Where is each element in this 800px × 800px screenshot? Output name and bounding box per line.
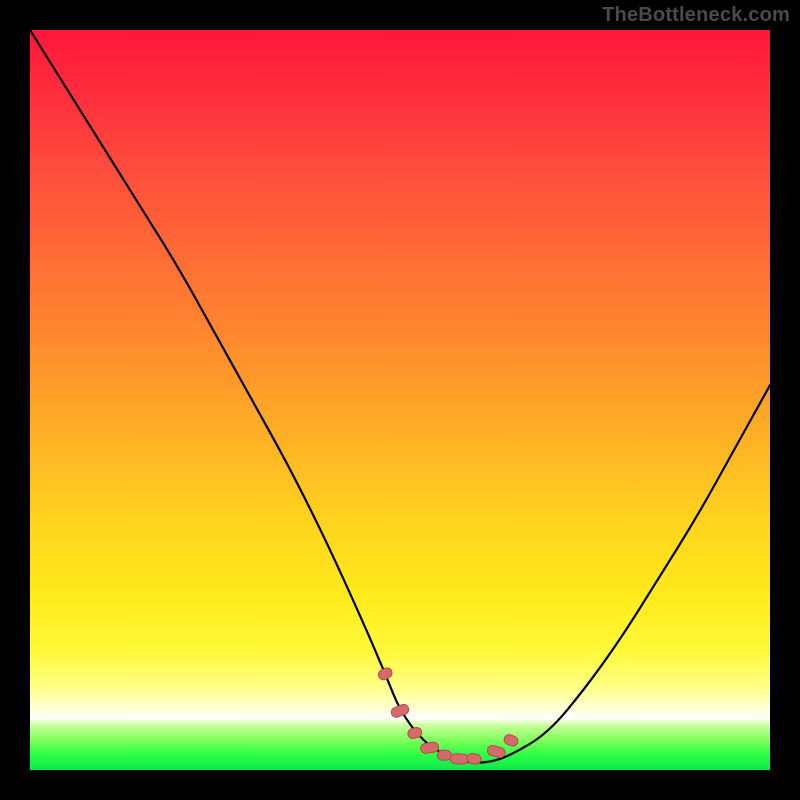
minimum-marker [486,744,506,758]
plot-area [30,30,770,770]
minimum-markers-group [377,666,520,765]
watermark-text: TheBottleneck.com [602,4,790,27]
minimum-marker [377,666,394,681]
minimum-marker [466,753,481,765]
minimum-marker [450,753,468,764]
minimum-marker [390,703,410,719]
minimum-marker [437,750,452,761]
chart-frame: TheBottleneck.com [0,0,800,800]
curve-svg [30,30,770,770]
bottleneck-curve [30,30,770,763]
minimum-marker [420,741,439,754]
minimum-marker [503,733,520,747]
